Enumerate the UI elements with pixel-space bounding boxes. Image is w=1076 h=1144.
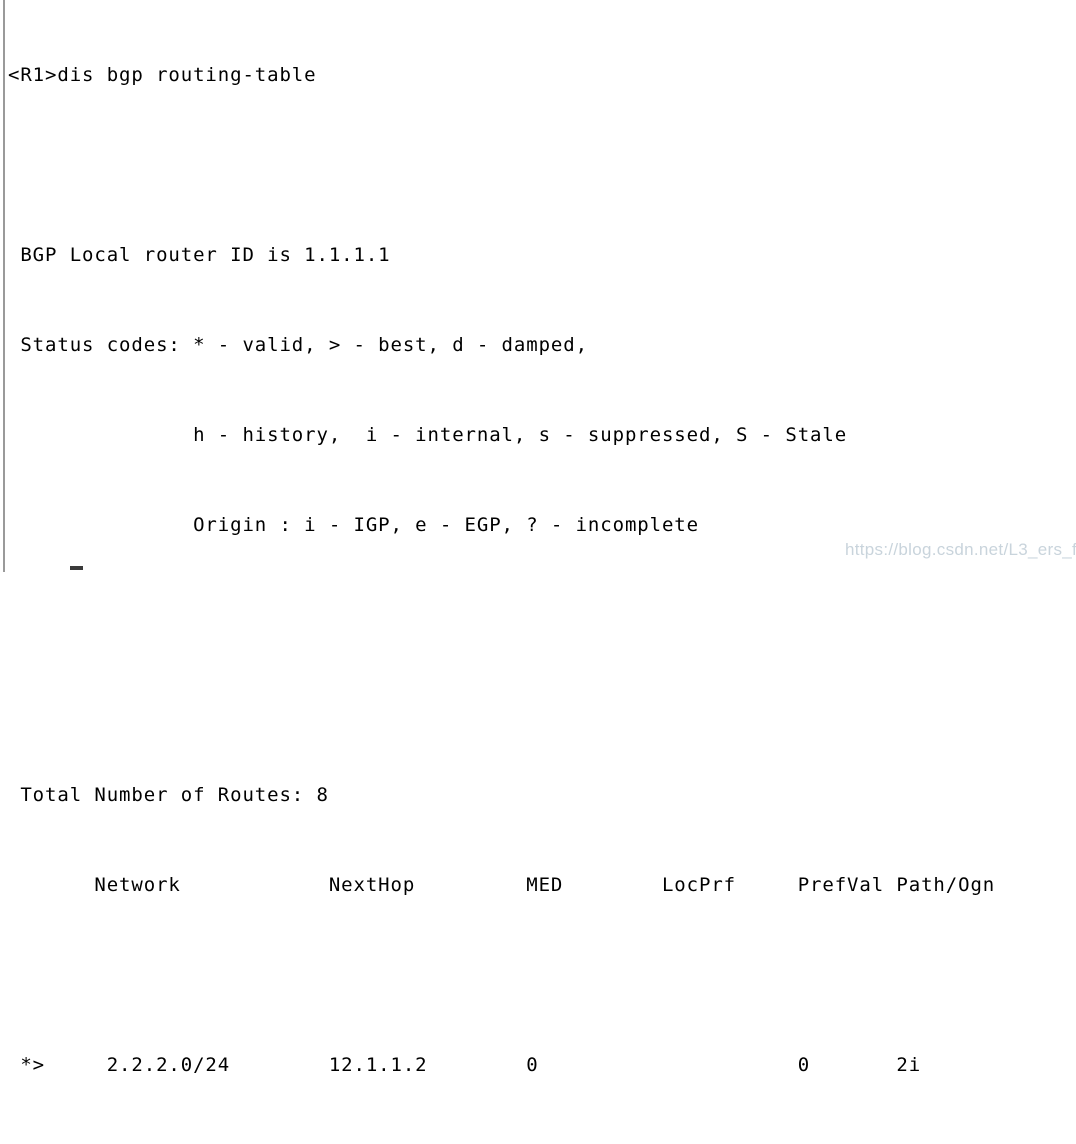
blank-line-4	[8, 960, 1076, 990]
blank-line-1	[8, 150, 1076, 180]
cursor-artifact	[70, 566, 83, 570]
status-codes-line-1: Status codes: * - valid, > - best, d - d…	[8, 334, 588, 356]
command-prompt-line[interactable]: <R1>dis bgp routing-table	[8, 60, 1076, 90]
console-left-border	[3, 0, 5, 572]
bgp-router-id-line: BGP Local router ID is 1.1.1.1	[8, 244, 391, 266]
table-header-row: Network NextHop MED LocPrf PrefVal Path/…	[8, 874, 996, 896]
status-codes-line-2: h - history, i - internal, s - suppresse…	[8, 424, 848, 446]
table-row: *> 3.3.3.0/24 12.1.1.2 0 2i	[8, 1140, 1076, 1144]
terminal-window: <R1>dis bgp routing-table BGP Local rout…	[0, 0, 1076, 1076]
blank-line-2	[8, 600, 1076, 630]
blank-line-3	[8, 690, 1076, 720]
total-routes-line: Total Number of Routes: 8	[8, 784, 329, 806]
origin-codes-line: Origin : i - IGP, e - EGP, ? - incomplet…	[8, 514, 699, 536]
table-row: *> 2.2.2.0/24 12.1.1.2 0 0 2i	[8, 1054, 922, 1076]
console-output: <R1>dis bgp routing-table BGP Local rout…	[8, 0, 1076, 1144]
